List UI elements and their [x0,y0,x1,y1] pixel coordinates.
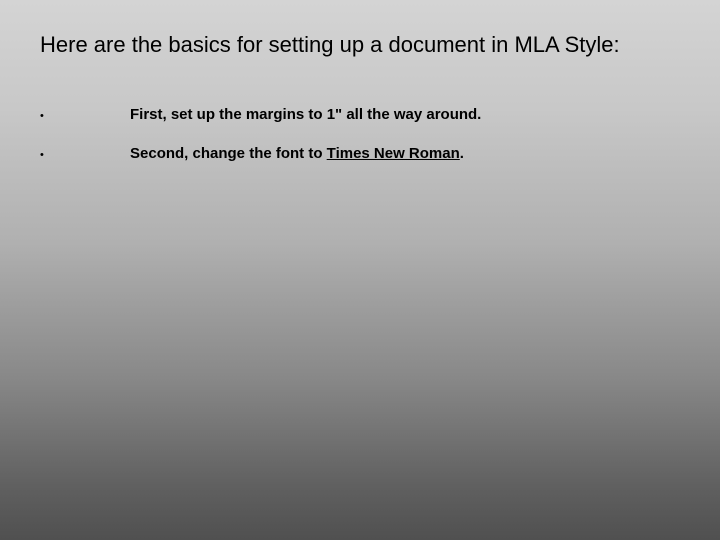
bullet-marker: • [40,110,130,122]
bullet-list: • First, set up the margins to 1" all th… [40,106,680,162]
list-item: • Second, change the font to Times New R… [40,145,680,162]
bullet-text-before: First, set up the margins to 1" all the … [130,106,481,123]
bullet-text-after: . [460,145,464,162]
bullet-text-before: Second, change the font to [130,145,327,162]
slide-container: Here are the basics for setting up a doc… [0,0,720,540]
slide-title: Here are the basics for setting up a doc… [40,32,680,58]
bullet-text-underlined: Times New Roman [327,145,460,162]
bullet-marker: • [40,149,130,161]
list-item: • First, set up the margins to 1" all th… [40,106,680,123]
bullet-text: Second, change the font to Times New Rom… [130,145,464,162]
bullet-text: First, set up the margins to 1" all the … [130,106,481,123]
